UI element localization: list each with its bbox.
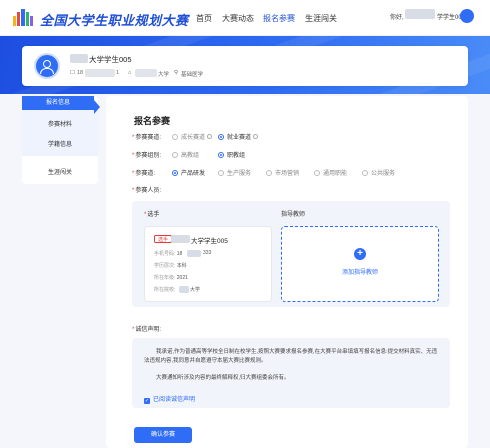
player-card: 选手 大学学生005 手机号码: 18 333 学历层次: 本科 所在年级: 2… [144,226,272,302]
profile-avatar-icon [34,53,60,79]
player-school-mask [179,286,189,293]
player-phone: 手机号码: 18 [154,251,183,257]
player-education: 学历层次: 本科 [154,263,187,269]
phone-mask [85,69,115,77]
avatar[interactable] [460,9,474,23]
add-mentor-label: 添加指导教师 [341,270,378,276]
player-tag: 选手 [154,235,173,243]
group-label: *参赛组别: [132,153,162,159]
add-mentor-button[interactable]: + 添加指导教师 [281,226,439,302]
track-label: *参赛赛道: [132,135,162,141]
nav-home[interactable]: 首页 [196,13,212,24]
player-phone-suffix: 333 [203,250,212,256]
group-option-higher-edu[interactable]: 高教组 [172,150,199,159]
category-option-production[interactable]: 生产服务 [218,168,251,177]
sidebar-item-student-status[interactable]: 学籍信息 [22,138,98,152]
profile-major: 基础医学 [181,72,204,78]
username-mask [405,9,435,19]
members-panel: *选手 指导教师 选手 大学学生005 手机号码: 18 333 学历层次: 本… [132,201,450,307]
page-title: 报名参赛 [134,116,171,126]
name-mask [70,54,88,63]
player-name: 大学学生005 [191,238,228,245]
greeting-text: 你好, [390,15,404,21]
checkmark-icon: ✓ [144,398,150,404]
profile-school: 大学 [158,72,170,78]
category-label: *参赛道: [132,171,156,177]
brand-title[interactable]: 全国大学生职业规划大赛 [40,10,189,29]
sidebar-active-arrow [94,100,100,114]
player-grade: 所在年级: 2021 [154,275,188,281]
school-mask [135,69,157,77]
profile-name: 大学学生005 [89,55,132,64]
category-option-public-service[interactable]: 公共服务 [362,168,395,177]
track-option-growth[interactable]: 成长赛道 [172,132,213,141]
declaration-box: 我承诺,作为普通高等学校全日制在校学生,按照大赛要求报名参赛,在大赛平台串填填写… [132,338,450,408]
player-phone-mask [187,250,201,257]
nav-career-challenge[interactable]: 生涯闯关 [305,13,337,24]
members-label: *参赛人员: [132,188,162,194]
declaration-text-1: 我承诺,作为普通高等学校全日制在校学生,按照大赛要求报名参赛,在大赛平台串填填写… [144,349,438,364]
declaration-checkbox[interactable]: ✓ 已阅读诚信声明 [144,394,195,404]
confirm-submit-button[interactable]: 确认参赛 [134,427,192,443]
sidebar-item-materials[interactable]: 参赛材料 [22,118,98,132]
sidebar-item-registration[interactable]: 报名信息 [22,96,94,110]
profile-card: 大学学生005 ☐ 18 1 ⌂ 大学 ⚲ 基础医学 [22,46,468,86]
profile-phone-prefix: 18 [77,70,84,76]
nav-news[interactable]: 大赛动态 [222,13,254,24]
declaration-text-2: 大赛通知听涉及内容的最终解释权,归大赛组委会所有。 [156,375,290,381]
sidebar-item-career-challenge[interactable]: 生涯闯关 [22,166,98,180]
group-option-vocational[interactable]: 职教组 [218,150,245,159]
player-heading: *选手 [144,212,160,218]
track-option-employment[interactable]: 就业赛道 [218,132,259,141]
help-icon [207,134,213,139]
logo-icon [13,9,33,26]
registration-form: 报名参赛 *参赛赛道: 成长赛道 就业赛道 *参赛组别: 高教组 职教组 *参赛… [106,96,468,448]
plus-icon: + [354,248,366,260]
school-icon: ⌂ [128,70,132,76]
help-icon [253,134,259,139]
player-school-suffix: 大学 [190,287,201,293]
player-school: 所在院校: [154,287,176,293]
category-option-marketing[interactable]: 市场营销 [266,168,299,177]
player-name-mask [171,235,190,243]
profile-phone-suffix: 1 [116,70,120,76]
phone-icon: ☐ [70,70,75,76]
mentor-heading: 指导教师 [281,212,306,218]
declaration-label: *诚信声明: [132,327,162,333]
category-option-general[interactable]: 通用职能 [314,168,347,177]
top-header: 全国大学生职业规划大赛 首页 大赛动态 报名参赛 生涯闯关 你好, 学学生005 [0,0,490,36]
sidebar: 报名信息 参赛材料 学籍信息 生涯闯关 [22,96,98,184]
category-option-rd[interactable]: 产品研发 [172,168,205,177]
nav-register[interactable]: 报名参赛 [263,13,295,24]
major-icon: ⚲ [174,70,179,76]
